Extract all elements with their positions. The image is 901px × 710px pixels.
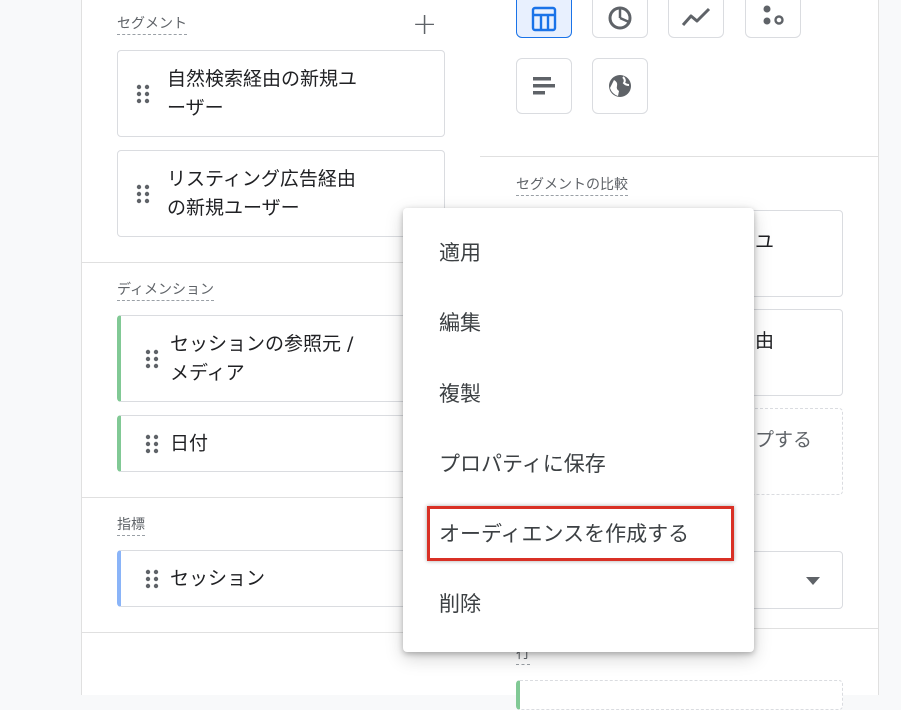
drag-handle-icon[interactable] (145, 434, 159, 454)
comparison-chip-text: ユ (754, 231, 774, 253)
drag-handle-icon[interactable] (136, 184, 150, 204)
segment-chip[interactable]: リスティング広告経由 の新規ユーザー (117, 150, 445, 237)
row-chip[interactable] (516, 680, 843, 710)
table-icon (531, 6, 557, 32)
menu-item-edit[interactable]: 編集 (403, 288, 754, 358)
segment-chip-label: リスティング広告経由 の新規ユーザー (167, 167, 356, 219)
scatter-chart-icon (763, 5, 784, 25)
bar-viz-button[interactable] (516, 58, 572, 114)
highlight-box (427, 506, 734, 561)
plus-icon[interactable]: + (412, 10, 437, 40)
menu-item-label: 複製 (439, 382, 481, 406)
line-viz-button[interactable] (668, 0, 724, 38)
donut-chart-icon (608, 6, 632, 30)
menu-item-save-to-property[interactable]: プロパティに保存 (403, 429, 754, 499)
dimension-chip[interactable]: 日付 (117, 415, 417, 472)
menu-item-label: 適用 (439, 241, 481, 265)
menu-item-label: 編集 (439, 311, 481, 335)
menu-item-delete[interactable]: 削除 (403, 569, 754, 639)
dimensions-section-title: ディメンション (117, 281, 215, 301)
geo-viz-button[interactable] (592, 58, 648, 114)
geo-map-icon (609, 75, 631, 97)
segment-chip[interactable]: 自然検索経由の新規ユ ーザー (117, 50, 445, 137)
menu-item-label: 削除 (439, 592, 481, 616)
dimension-chip-label: セッションの参照元 / メディア (170, 332, 354, 384)
dimension-chip[interactable]: セッションの参照元 / メディア (117, 315, 417, 402)
metric-chip[interactable]: セッション (117, 550, 417, 607)
drag-handle-icon[interactable] (145, 349, 159, 369)
metric-chip-label: セッション (170, 567, 266, 589)
dimension-chip-label: 日付 (170, 432, 209, 454)
metrics-section-title: 指標 (117, 516, 145, 536)
drag-handle-icon[interactable] (136, 84, 150, 104)
menu-item-label: プロパティに保存 (439, 452, 606, 476)
drop-zone-text: プする (754, 429, 812, 451)
dropdown-arrow-icon (806, 577, 820, 585)
donut-viz-button[interactable] (592, 0, 648, 38)
divider (480, 156, 878, 157)
menu-item-duplicate[interactable]: 複製 (403, 359, 754, 429)
scatter-viz-button[interactable] (745, 0, 801, 38)
bar-chart-icon (533, 77, 555, 95)
comparison-chip-text: 由 (754, 330, 774, 352)
context-menu: 適用 編集 複製 プロパティに保存 オーディエンスを作成する 削除 (403, 208, 754, 652)
menu-item-apply[interactable]: 適用 (403, 218, 754, 288)
drag-handle-icon[interactable] (145, 569, 159, 589)
segments-section-title: セグメント (117, 15, 187, 35)
table-viz-button[interactable] (516, 0, 572, 38)
segment-comparison-title: セグメントの比較 (516, 176, 628, 196)
line-chart-icon (681, 7, 711, 26)
segment-chip-label: 自然検索経由の新規ユ ーザー (167, 67, 358, 119)
